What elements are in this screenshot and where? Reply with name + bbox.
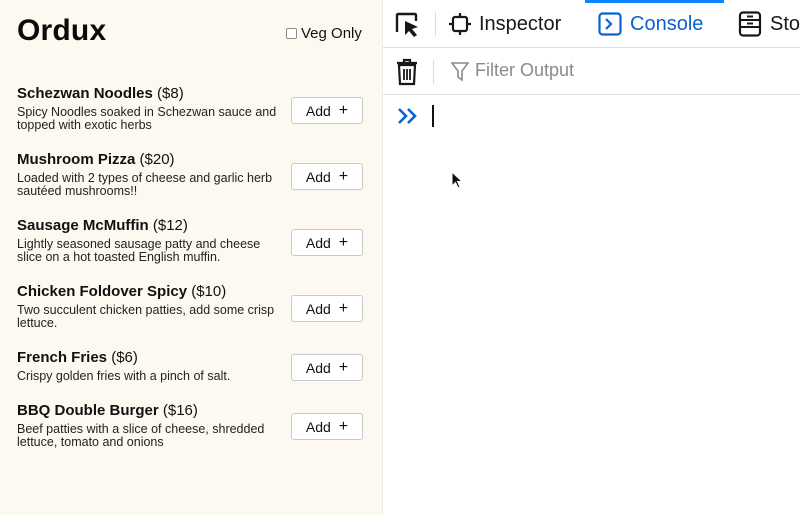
add-to-cart-button[interactable]: Add + [291,354,363,381]
menu-item: Chicken Foldover Spicy ($10) Two succule… [17,283,363,330]
plus-icon: + [338,233,349,251]
tab-console[interactable]: Console [598,0,703,48]
menu-item-description: Crispy golden fries with a pinch of salt… [17,369,231,383]
menu-item-price: ($10) [191,283,227,300]
add-button-label: Add [305,300,331,317]
veg-only-checkbox[interactable] [286,28,297,39]
menu-item-name: French Fries [17,349,108,366]
menu-item-price: ($8) [157,85,184,102]
add-button-label: Add [305,168,331,185]
menu-item-description: Spicy Noodles soaked in Schezwan sauce a… [17,105,277,132]
trash-icon[interactable] [395,58,419,86]
console-prompt-icon [398,108,417,124]
menu-item-price: ($6) [111,349,138,366]
console-input-caret[interactable] [432,105,434,127]
tab-inspector-label: Inspector [479,12,562,35]
filter-separator [433,60,434,84]
menu-item-description: Two succulent chicken patties, add some … [17,303,275,330]
veg-only-toggle[interactable]: Veg Only [286,25,362,42]
console-filter-bar: Filter Output [383,48,800,95]
storage-icon [738,11,762,37]
element-picker-icon[interactable] [393,10,421,38]
add-button-label: Add [305,234,331,251]
menu-item-price: ($20) [139,151,175,168]
menu-item-name: Mushroom Pizza [17,151,136,168]
toolbar-separator [435,12,436,36]
veg-only-label: Veg Only [301,25,362,42]
menu-item-price: ($16) [162,402,198,419]
filter-icon [451,62,469,82]
add-to-cart-button[interactable]: Add + [291,163,363,190]
console-icon [598,12,622,36]
tab-storage[interactable]: Sto [738,0,800,48]
plus-icon: + [338,417,349,435]
menu-item: French Fries ($6) Crispy golden fries wi… [17,349,363,383]
add-button-label: Add [305,359,331,376]
ordux-app-panel: Ordux Veg Only Schezwan Noodles ($8) Spi… [0,0,383,515]
menu-item-description: Loaded with 2 types of cheese and garlic… [17,171,273,198]
menu-item: Schezwan Noodles ($8) Spicy Noodles soak… [17,85,363,132]
plus-icon: + [338,299,349,317]
add-to-cart-button[interactable]: Add + [291,229,363,256]
plus-icon: + [338,101,349,119]
menu-item-description: Lightly seasoned sausage patty and chees… [17,237,261,264]
menu-item-name: Sausage McMuffin [17,217,149,234]
tab-console-label: Console [630,12,704,35]
menu-item-name: Chicken Foldover Spicy [17,283,188,300]
add-button-label: Add [305,418,331,435]
add-button-label: Add [305,102,331,119]
devtools-toolbar: Inspector Console Sto [383,0,800,48]
mouse-cursor-icon [451,171,463,189]
menu-item-name: BBQ Double Burger [17,402,159,419]
menu-item-name: Schezwan Noodles [17,85,153,102]
menu-item: Sausage McMuffin ($12) Lightly seasoned … [17,217,363,264]
devtools-panel: Inspector Console Sto Filter Output [383,0,800,515]
add-to-cart-button[interactable]: Add + [291,97,363,124]
filter-output-input[interactable]: Filter Output [475,60,574,81]
app-title: Ordux [17,14,107,47]
menu-item: BBQ Double Burger ($16) Beef patties wit… [17,402,363,449]
add-to-cart-button[interactable]: Add + [291,413,363,440]
tab-storage-label: Sto [770,12,800,35]
menu-item: Mushroom Pizza ($20) Loaded with 2 types… [17,151,363,198]
menu-item-description: Beef patties with a slice of cheese, shr… [17,422,265,449]
inspector-icon [449,13,471,35]
plus-icon: + [338,167,349,185]
tab-inspector[interactable]: Inspector [449,0,561,48]
add-to-cart-button[interactable]: Add + [291,295,363,322]
plus-icon: + [338,358,349,376]
menu-item-price: ($12) [152,217,188,234]
